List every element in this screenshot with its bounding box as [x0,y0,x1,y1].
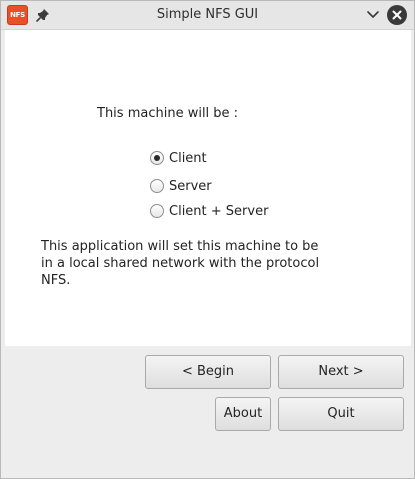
machine-role-prompt: This machine will be : [97,106,239,121]
radio-client[interactable]: Client [150,149,207,167]
radio-client-server[interactable]: Client + Server [150,202,268,220]
quit-button[interactable]: Quit [278,397,404,431]
chevron-down-icon[interactable] [364,6,382,24]
main-window: NFS Simple NFS GUI This machine will be … [0,0,415,479]
radio-label-client-server: Client + Server [169,203,269,219]
next-button[interactable]: Next > [278,355,404,389]
close-icon [392,10,402,20]
radio-button[interactable] [150,204,164,218]
about-button[interactable]: About [215,397,271,431]
title-bar[interactable]: NFS Simple NFS GUI [1,1,414,30]
radio-label-client: Client [169,150,207,166]
description-text: This application will set this machine t… [41,239,320,288]
close-button[interactable] [387,5,407,25]
content-panel: This machine will be : Client Server Cli… [5,30,411,346]
radio-button[interactable] [150,179,164,193]
radio-server[interactable]: Server [150,177,212,195]
begin-button[interactable]: < Begin [145,355,271,389]
radio-button-checked[interactable] [150,151,164,165]
radio-label-server: Server [169,178,212,194]
window-title: Simple NFS GUI [156,7,259,22]
